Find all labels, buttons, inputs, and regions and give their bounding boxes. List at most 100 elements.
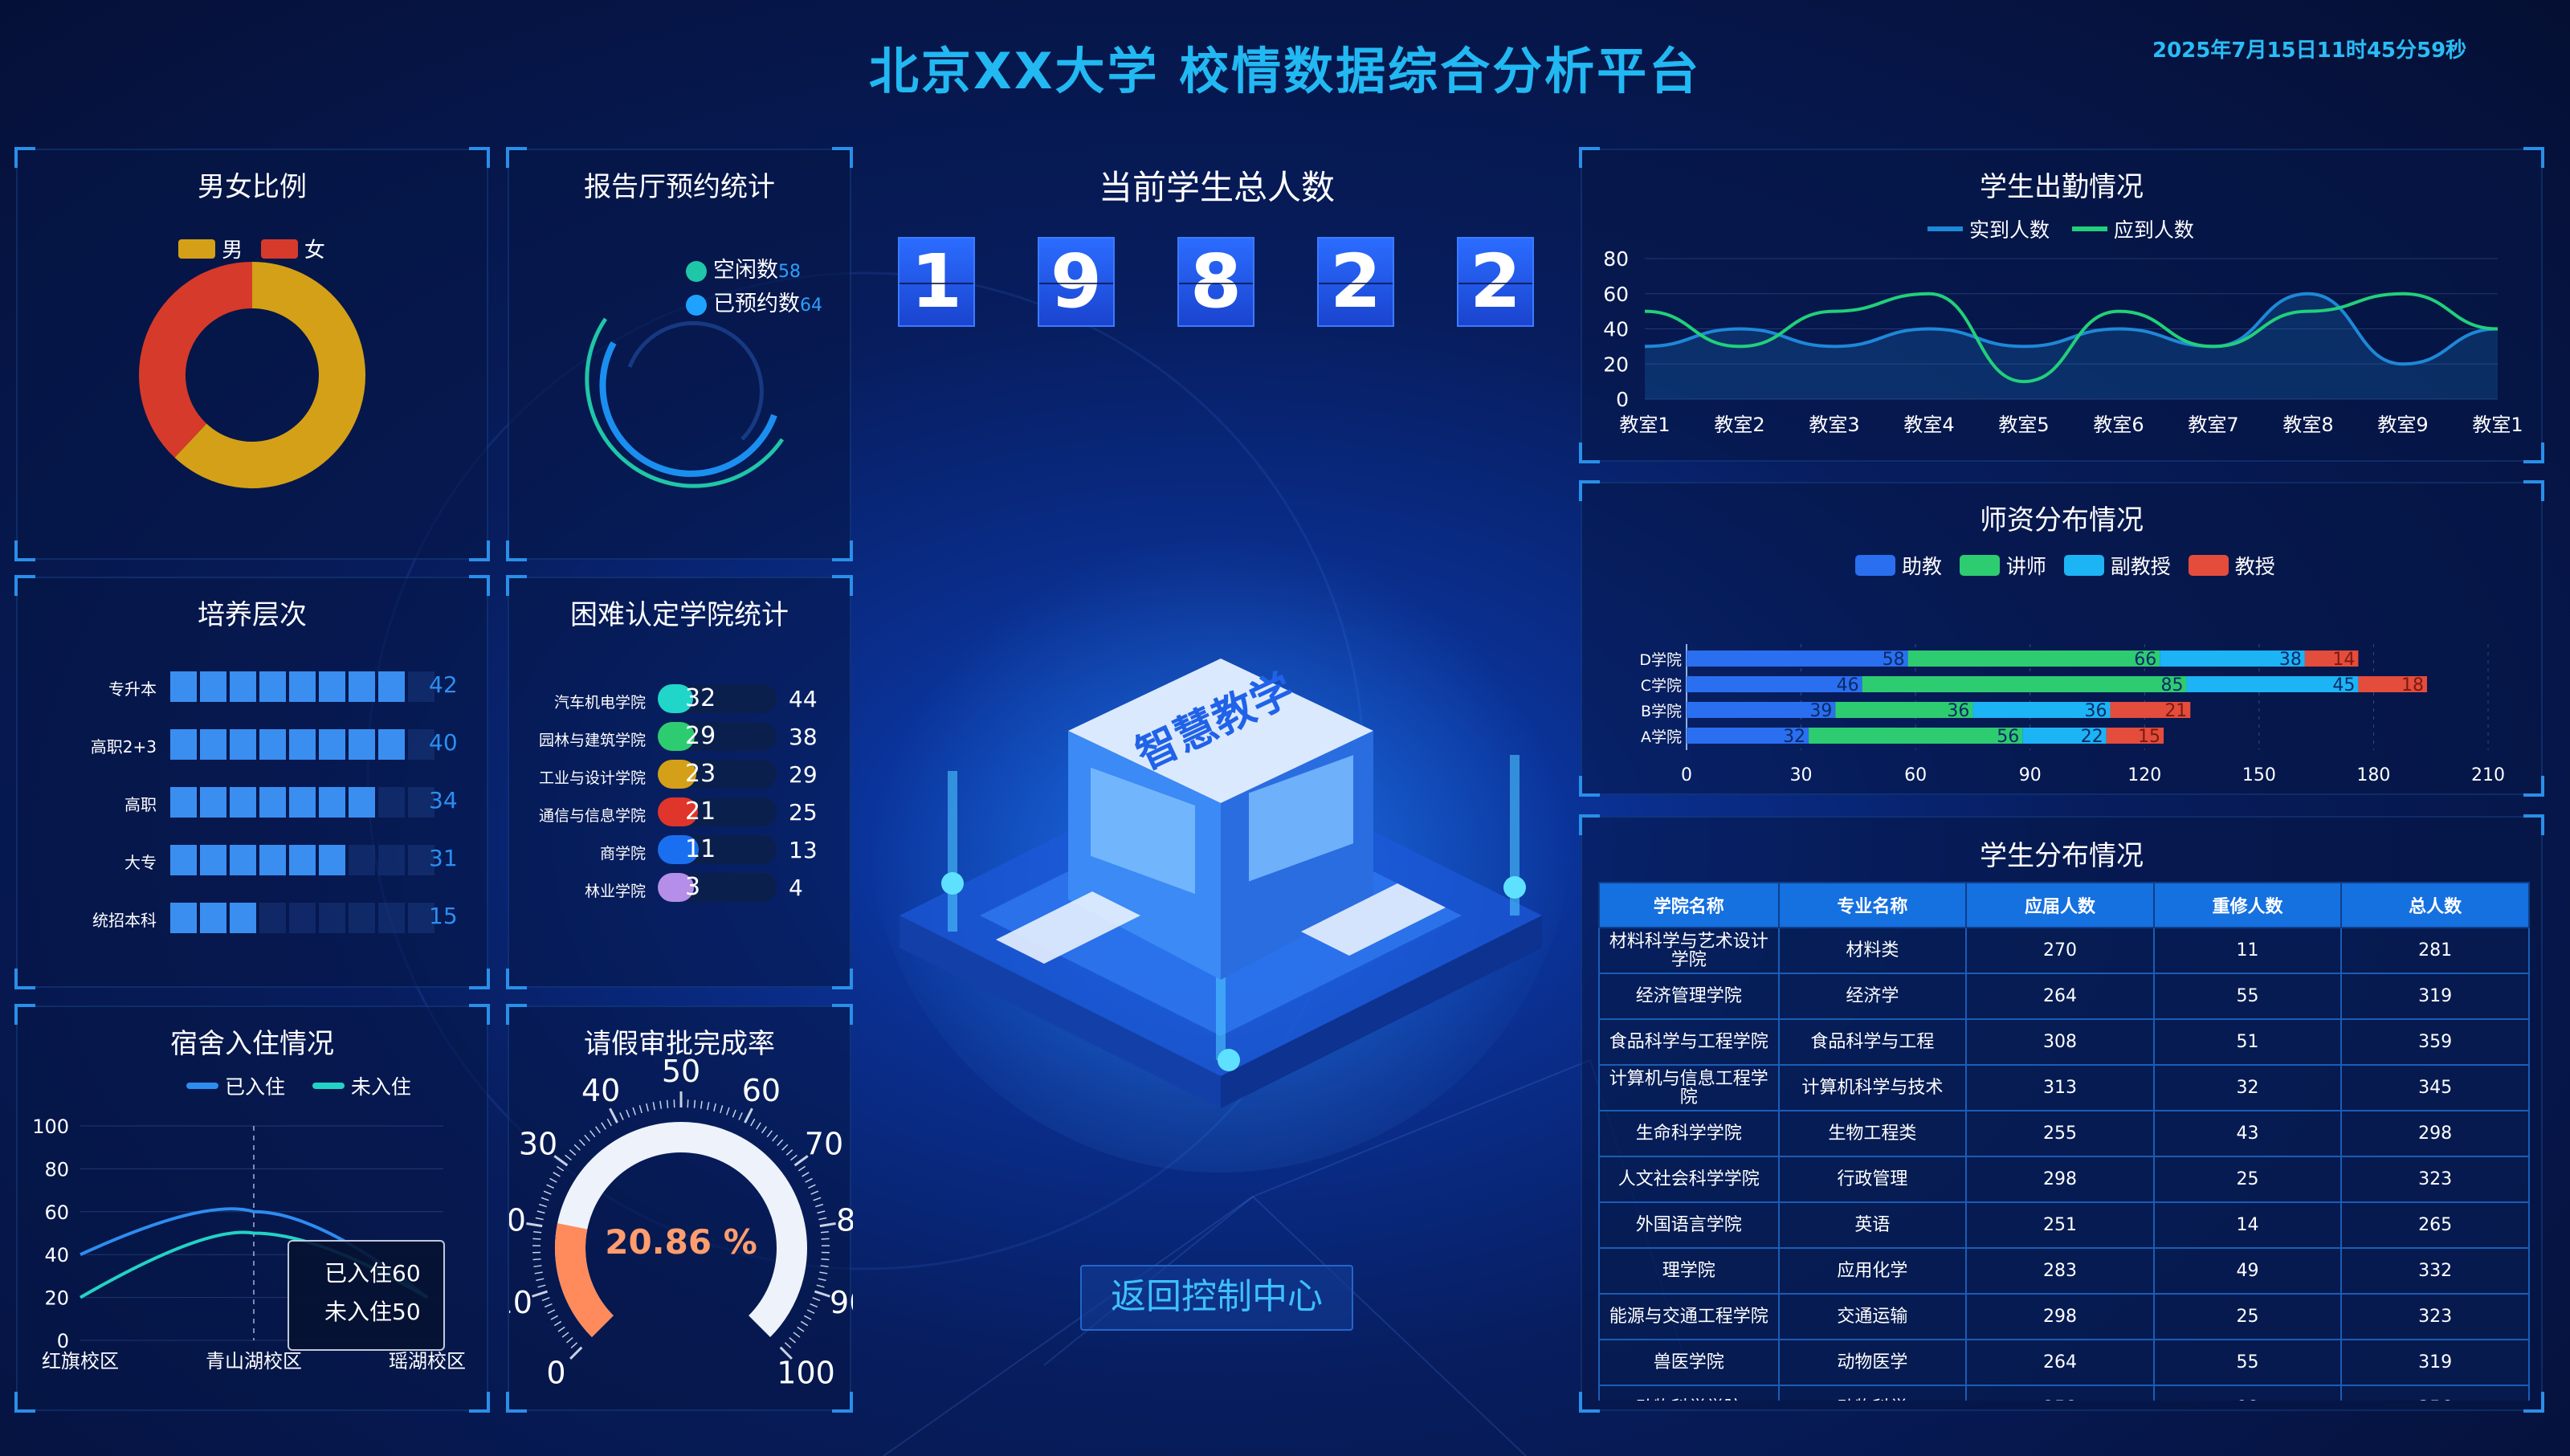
- gender-donut-chart: [139, 262, 365, 488]
- table-row[interactable]: 能源与交通工程学院 交通运输 298 25 323: [1598, 1293, 2530, 1340]
- table-cell: 319: [2340, 1339, 2530, 1386]
- table-row[interactable]: 理学院 应用化学 283 49 332: [1598, 1247, 2530, 1295]
- gauge-tick: [565, 1154, 572, 1161]
- fac-xtick: 120: [2127, 765, 2161, 785]
- table-row[interactable]: 生命科学学院 生物工程类 255 43 298: [1598, 1110, 2530, 1157]
- hardship-label: 工业与设计学院: [538, 769, 646, 787]
- table-cell: 265: [2340, 1201, 2530, 1249]
- att-ytick: 60: [1603, 283, 1629, 306]
- leave-value: 20.86 %: [605, 1222, 757, 1262]
- fac-bar-讲师[interactable]: [1907, 651, 2160, 667]
- table-row[interactable]: 计算机与信息工程学院 计算机科学与技术 313 32 345: [1598, 1064, 2530, 1111]
- gauge-tick: [595, 1126, 601, 1134]
- fac-bar-label: 46: [1837, 675, 1859, 695]
- table-row[interactable]: 食品科学与工程学院 食品科学与工程 308 51 359: [1598, 1018, 2530, 1066]
- gauge-tick: [784, 1342, 792, 1349]
- table-cell: 258: [1965, 1385, 2155, 1401]
- table-cell: 98: [2152, 1385, 2343, 1401]
- att-xtick: 教室1: [1619, 414, 1670, 436]
- table-row[interactable]: 经济管理学院 经济学 264 55 319: [1598, 973, 2530, 1020]
- gauge-tick: [609, 1107, 618, 1124]
- back-to-control-center-button[interactable]: 返回控制中心: [1080, 1265, 1353, 1331]
- hardship-row: 林业学院 3 4: [509, 871, 853, 903]
- gauge-tick: [553, 1320, 562, 1327]
- gauge-tick: [532, 1290, 549, 1298]
- gauge-tick: [818, 1217, 827, 1221]
- gauge-tick: [632, 1107, 637, 1115]
- table-row[interactable]: 兽医学院 动物医学 264 55 319: [1598, 1339, 2530, 1386]
- table-cell: 兽医学院: [1598, 1339, 1780, 1386]
- table-cell: 生命科学学院: [1598, 1110, 1780, 1157]
- total-digit-2: 9: [1038, 237, 1115, 327]
- level-bar-segment: [319, 845, 345, 875]
- gauge-tick-label: 60: [742, 1073, 781, 1108]
- table-header-cell[interactable]: 专业名称: [1777, 882, 1968, 928]
- gauge-tick-label: 30: [519, 1127, 557, 1162]
- table-row[interactable]: 材料科学与艺术设计学院 材料类 270 11 281: [1598, 927, 2530, 974]
- table-row[interactable]: 外国语言学院 英语 251 14 265: [1598, 1201, 2530, 1249]
- table-cell: 255: [1965, 1110, 2155, 1157]
- level-bar-segment: [230, 729, 256, 760]
- table-cell: 356: [2340, 1385, 2530, 1401]
- gauge-tick: [589, 1130, 596, 1138]
- fac-bar-助教[interactable]: [1687, 651, 1908, 667]
- table-cell: 动物科学学院: [1598, 1385, 1780, 1401]
- dorm-ytick: 20: [44, 1287, 69, 1310]
- hardship-value: 29: [685, 722, 716, 750]
- dorm-xtick: 青山湖校区: [206, 1350, 302, 1372]
- hardship-label: 林业学院: [584, 883, 646, 900]
- table-cell: 51: [2152, 1018, 2343, 1066]
- gauge-tick: [802, 1172, 810, 1177]
- gauge-tick: [790, 1154, 798, 1161]
- table-cell: 251: [1965, 1201, 2155, 1249]
- table-cell: 55: [2152, 1339, 2343, 1386]
- table-cell: 材料类: [1777, 927, 1968, 974]
- fac-bar-讲师[interactable]: [1862, 676, 2187, 692]
- hall-free-item: 空闲数58: [686, 255, 822, 288]
- hardship-value: 3: [685, 873, 701, 901]
- fac-bar-label: 32: [1783, 727, 1805, 747]
- fac-bar-label: 36: [2085, 701, 2107, 721]
- gender-slice-女[interactable]: [139, 262, 253, 458]
- gauge-tick: [766, 1130, 773, 1138]
- fac-bar-label: 15: [2138, 727, 2160, 747]
- table-header-cell[interactable]: 应届人数: [1965, 882, 2155, 928]
- gauge-tick: [816, 1284, 825, 1288]
- table-row[interactable]: 动物科学学院动物科学25898356: [1598, 1385, 2530, 1401]
- gauge-tick: [813, 1197, 822, 1201]
- level-bar-segment: [319, 787, 345, 818]
- table-cell: 43: [2152, 1110, 2343, 1157]
- table-header-cell[interactable]: 学院名称: [1598, 882, 1780, 928]
- gauge-tick: [573, 1144, 581, 1151]
- gauge-tick: [744, 1107, 753, 1124]
- fac-xtick: 0: [1681, 765, 1692, 785]
- level-row: 统招本科 15: [18, 898, 490, 938]
- level-value: 31: [429, 845, 458, 871]
- table-cell: 319: [2340, 973, 2530, 1020]
- gauge-tick-label: 10: [509, 1285, 532, 1320]
- students-table-wrapper[interactable]: 学院名称 专业名称 应届人数 重修人数 总人数 材料科学与艺术设计学院 材料类 270 11 2…: [1598, 882, 2530, 1401]
- level-value: 42: [429, 671, 458, 698]
- fac-bar-讲师[interactable]: [1809, 728, 2023, 744]
- table-cell: 能源与交通工程学院: [1598, 1293, 1780, 1340]
- hardship-row: 商学院 11 13: [509, 834, 853, 866]
- table-header-cell[interactable]: 重修人数: [2152, 882, 2343, 928]
- gauge-tick: [800, 1320, 809, 1327]
- hardship-panel: 困难认定学院统计 汽车机电学院 32 44 园林与建筑学院 29 38 工业与设计学院 23 2…: [506, 575, 853, 989]
- gauge-tick: [584, 1134, 590, 1142]
- table-cell: 外国语言学院: [1598, 1201, 1780, 1249]
- level-label: 专升本: [108, 679, 157, 699]
- hall-free-label: 空闲数: [713, 258, 778, 283]
- gauge-tick: [789, 1336, 797, 1344]
- gauge-tick: [720, 1105, 724, 1114]
- gauge-tick: [569, 1346, 583, 1360]
- dorm-ytick: 40: [44, 1244, 69, 1266]
- table-header-cell[interactable]: 总人数: [2340, 882, 2530, 928]
- fac-bar-label: 58: [1883, 650, 1905, 670]
- level-bar-segment: [349, 903, 375, 933]
- tooltip-out: 未入住50: [324, 1299, 421, 1325]
- students-table: 学院名称 专业名称 应届人数 重修人数 总人数 材料科学与艺术设计学院 材料类 270 11 2…: [1598, 882, 2530, 1401]
- table-row[interactable]: 人文社会科学学院 行政管理 298 25 323: [1598, 1156, 2530, 1203]
- hardship-total: 4: [789, 875, 803, 901]
- level-row: 高职 34: [18, 782, 490, 822]
